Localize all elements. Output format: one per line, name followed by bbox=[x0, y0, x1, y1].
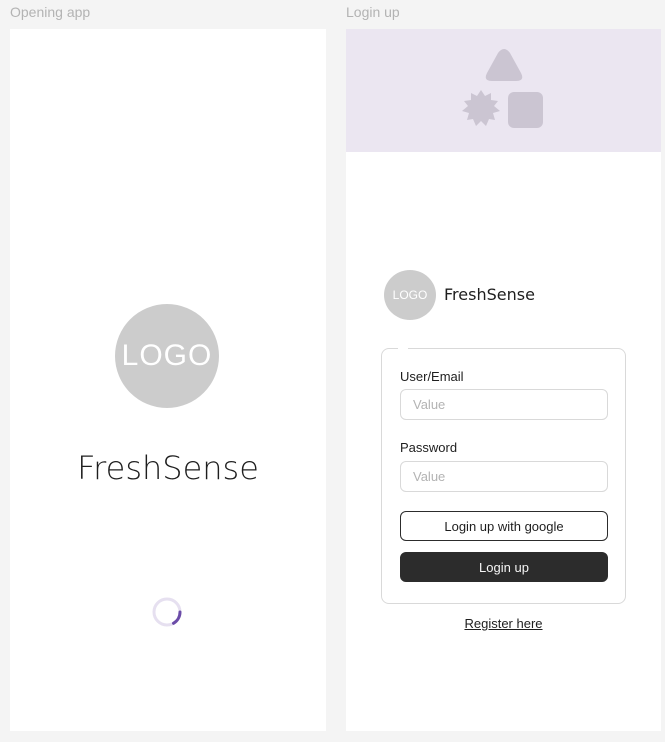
user-email-input[interactable] bbox=[400, 389, 608, 420]
register-link[interactable]: Register here bbox=[346, 616, 661, 631]
login-form-card: User/Email Password Login up with google… bbox=[381, 347, 626, 604]
placeholder-shapes-icon bbox=[462, 49, 543, 128]
splash-logo: LOGO bbox=[115, 304, 219, 408]
password-input[interactable] bbox=[400, 461, 608, 492]
splash-app-name: FreshSense bbox=[77, 449, 259, 487]
login-with-google-button[interactable]: Login up with google bbox=[400, 511, 608, 541]
loading-spinner-icon bbox=[152, 597, 182, 627]
hero-image-placeholder bbox=[346, 29, 661, 152]
brand-app-name: FreshSense bbox=[444, 285, 535, 304]
brand-logo: LOGO bbox=[384, 270, 436, 320]
user-email-label: User/Email bbox=[400, 369, 464, 384]
frame-label-login-up: Login up bbox=[346, 4, 400, 20]
password-label: Password bbox=[400, 440, 458, 455]
splash-screen: LOGO FreshSense bbox=[10, 29, 326, 731]
frame-label-opening-app: Opening app bbox=[10, 4, 91, 20]
login-screen: LOGO FreshSense User/Email Password Logi… bbox=[346, 29, 661, 731]
login-button[interactable]: Login up bbox=[400, 552, 608, 582]
